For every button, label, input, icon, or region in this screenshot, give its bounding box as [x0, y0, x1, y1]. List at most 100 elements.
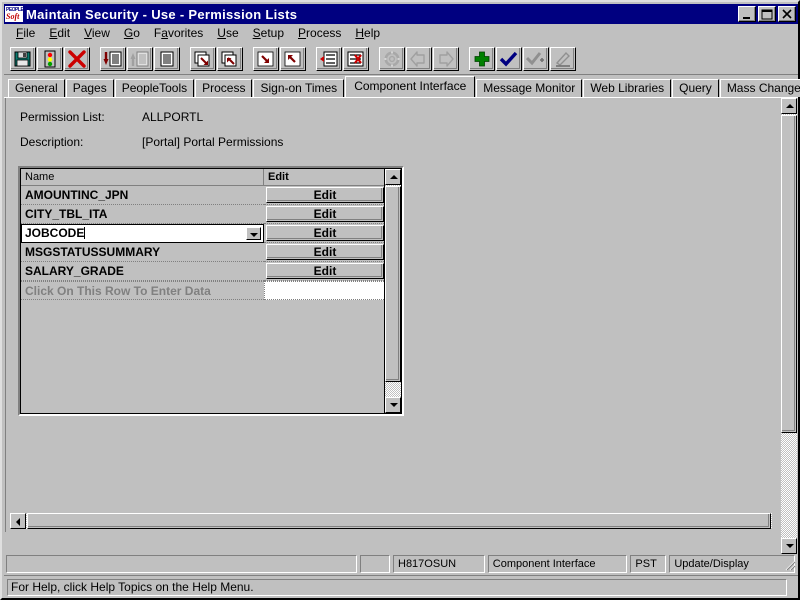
panels-prev-icon — [220, 50, 240, 68]
minimize-button[interactable] — [738, 6, 756, 22]
tab-pages[interactable]: Pages — [66, 79, 114, 97]
menu-item-setup[interactable]: Setup — [246, 25, 291, 42]
grid-scrollbar-vertical[interactable] — [384, 169, 401, 413]
page-scroll-down-arrow[interactable] — [781, 538, 797, 554]
table-row[interactable]: MSGSTATUSSUMMARY Edit — [21, 243, 386, 262]
next-panel-button[interactable] — [190, 47, 216, 71]
description-value: [Portal] Portal Permissions — [142, 135, 283, 149]
page-scrollbar-horizontal[interactable] — [10, 513, 772, 529]
tab-web-libraries[interactable]: Web Libraries — [583, 79, 671, 97]
green-plus-icon — [472, 50, 492, 68]
back-button — [406, 47, 432, 71]
table-row-placeholder[interactable]: Click On This Row To Enter Data — [21, 281, 386, 300]
page-scroll-up-arrow[interactable] — [781, 98, 797, 114]
cell-name[interactable]: MSGSTATUSSUMMARY — [21, 243, 264, 262]
cell-name[interactable]: CITY_TBL_ITA — [21, 205, 264, 224]
grid-column-header-name[interactable]: Name — [21, 169, 264, 186]
status-blank-left — [6, 555, 357, 573]
list-down-arrow-icon — [103, 50, 123, 68]
cell-edit-empty[interactable] — [264, 281, 386, 300]
table-row[interactable]: SALARY_GRADE Edit — [21, 262, 386, 281]
tab-mass-change[interactable]: Mass Change — [720, 79, 800, 97]
list-button[interactable] — [154, 47, 180, 71]
expand-button[interactable] — [253, 47, 279, 71]
client-area: Permission List: ALLPORTL Description: [… — [4, 97, 798, 554]
next-in-list-button[interactable] — [100, 47, 126, 71]
menu-item-favorites[interactable]: Favorites — [147, 25, 210, 42]
component-interface-grid: Name Edit AMOUNTINC_JPN Edit CITY_TBL_IT… — [18, 166, 404, 416]
chevron-down-icon[interactable] — [246, 227, 261, 240]
tab-strip: General Pages PeopleTools Process Sign-o… — [4, 76, 798, 97]
cancel-button[interactable] — [64, 47, 90, 71]
menu-item-process[interactable]: Process — [291, 25, 348, 42]
menu-item-file[interactable]: File — [9, 25, 42, 42]
check-plus-icon — [526, 50, 546, 68]
tab-peopletools[interactable]: PeopleTools — [115, 79, 194, 97]
table-row[interactable]: AMOUNTINC_JPN Edit — [21, 186, 386, 205]
maximize-icon — [759, 7, 777, 23]
arrow-down-right-icon — [256, 50, 276, 68]
run-button[interactable] — [37, 47, 63, 71]
previous-in-list-button — [127, 47, 153, 71]
save-button[interactable] — [10, 47, 36, 71]
correction-button — [550, 47, 576, 71]
tab-message-monitor[interactable]: Message Monitor — [476, 79, 582, 97]
menu-item-go[interactable]: Go — [117, 25, 147, 42]
grid-column-header-edit[interactable]: Edit — [264, 169, 386, 186]
refresh-button — [379, 47, 405, 71]
edit-button[interactable]: Edit — [266, 244, 384, 260]
arrow-up-left-icon — [283, 50, 303, 68]
delete-row-button[interactable] — [343, 47, 369, 71]
edit-button[interactable]: Edit — [266, 187, 384, 203]
page-vscroll-thumb[interactable] — [781, 115, 797, 433]
edit-button[interactable]: Edit — [266, 263, 384, 279]
insert-row-button[interactable] — [316, 47, 342, 71]
update-display-all-button — [523, 47, 549, 71]
cell-name[interactable]: SALARY_GRADE — [21, 262, 264, 281]
grid-inner: Name Edit AMOUNTINC_JPN Edit CITY_TBL_IT… — [20, 168, 402, 414]
tab-general[interactable]: General — [8, 79, 65, 97]
maximize-button[interactable] — [758, 6, 776, 22]
grid-scroll-up-arrow[interactable] — [385, 169, 401, 185]
edit-button[interactable]: Edit — [266, 225, 384, 241]
grid-scroll-thumb[interactable] — [385, 186, 401, 382]
cell-name-value: JOBCODE — [25, 226, 84, 240]
table-row[interactable]: JOBCODE Edit — [21, 224, 386, 243]
add-button[interactable] — [469, 47, 495, 71]
tab-query[interactable]: Query — [672, 79, 719, 97]
page-surface: Permission List: ALLPORTL Description: [… — [5, 98, 779, 532]
application-window: PEOPLE Soft Maintain Security - Use - Pe… — [0, 0, 800, 600]
tab-process[interactable]: Process — [195, 79, 252, 97]
tab-sign-on-times[interactable]: Sign-on Times — [253, 79, 344, 97]
page-hscroll-thumb[interactable] — [27, 513, 771, 529]
update-display-button[interactable] — [496, 47, 522, 71]
menu-item-help[interactable]: Help — [348, 25, 387, 42]
status-timezone: PST — [630, 555, 666, 573]
grid-body: AMOUNTINC_JPN Edit CITY_TBL_ITA Edit — [21, 186, 386, 300]
menu-bar: File Edit View Go Favorites Use Setup Pr… — [4, 24, 798, 43]
cell-name-combobox[interactable]: JOBCODE — [21, 224, 264, 243]
menu-item-view[interactable]: View — [77, 25, 117, 42]
status-component: Component Interface — [488, 555, 628, 573]
menu-item-use[interactable]: Use — [210, 25, 245, 42]
close-button[interactable] — [778, 6, 796, 22]
table-row[interactable]: CITY_TBL_ITA Edit — [21, 205, 386, 224]
tab-component-interface[interactable]: Component Interface — [345, 76, 475, 97]
collapse-button[interactable] — [280, 47, 306, 71]
status-mode: Update/Display — [669, 555, 795, 573]
cell-name[interactable]: AMOUNTINC_JPN — [21, 186, 264, 205]
grid-scroll-down-arrow[interactable] — [385, 397, 401, 413]
insert-row-icon — [319, 50, 339, 68]
permission-list-label: Permission List: — [20, 110, 105, 124]
enter-data-prompt[interactable]: Click On This Row To Enter Data — [21, 281, 264, 300]
close-icon — [779, 7, 797, 23]
previous-panel-button[interactable] — [217, 47, 243, 71]
window-title: Maintain Security - Use - Permission Lis… — [26, 7, 738, 22]
page-scroll-left-arrow[interactable] — [10, 513, 26, 529]
cell-edit: Edit — [264, 224, 386, 243]
edit-button[interactable]: Edit — [266, 206, 384, 222]
page-scrollbar-vertical[interactable] — [781, 98, 797, 554]
window-controls — [738, 6, 797, 22]
resize-grip-icon[interactable] — [782, 557, 796, 571]
menu-item-edit[interactable]: Edit — [42, 25, 77, 42]
